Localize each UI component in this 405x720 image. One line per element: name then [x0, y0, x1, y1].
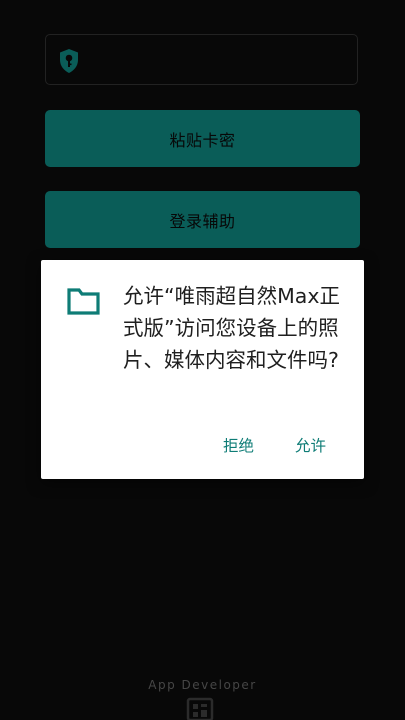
allow-button[interactable]: 允许: [289, 431, 332, 461]
permission-message: 允许“唯雨超自然Max正式版”访问您设备上的照片、媒体内容和文件吗?: [123, 284, 341, 372]
permission-dialog: 允许“唯雨超自然Max正式版”访问您设备上的照片、媒体内容和文件吗? 拒绝 允许: [41, 260, 364, 479]
deny-button[interactable]: 拒绝: [217, 431, 260, 461]
dialog-actions: 拒绝 允许: [41, 431, 364, 461]
folder-icon: [67, 288, 100, 315]
